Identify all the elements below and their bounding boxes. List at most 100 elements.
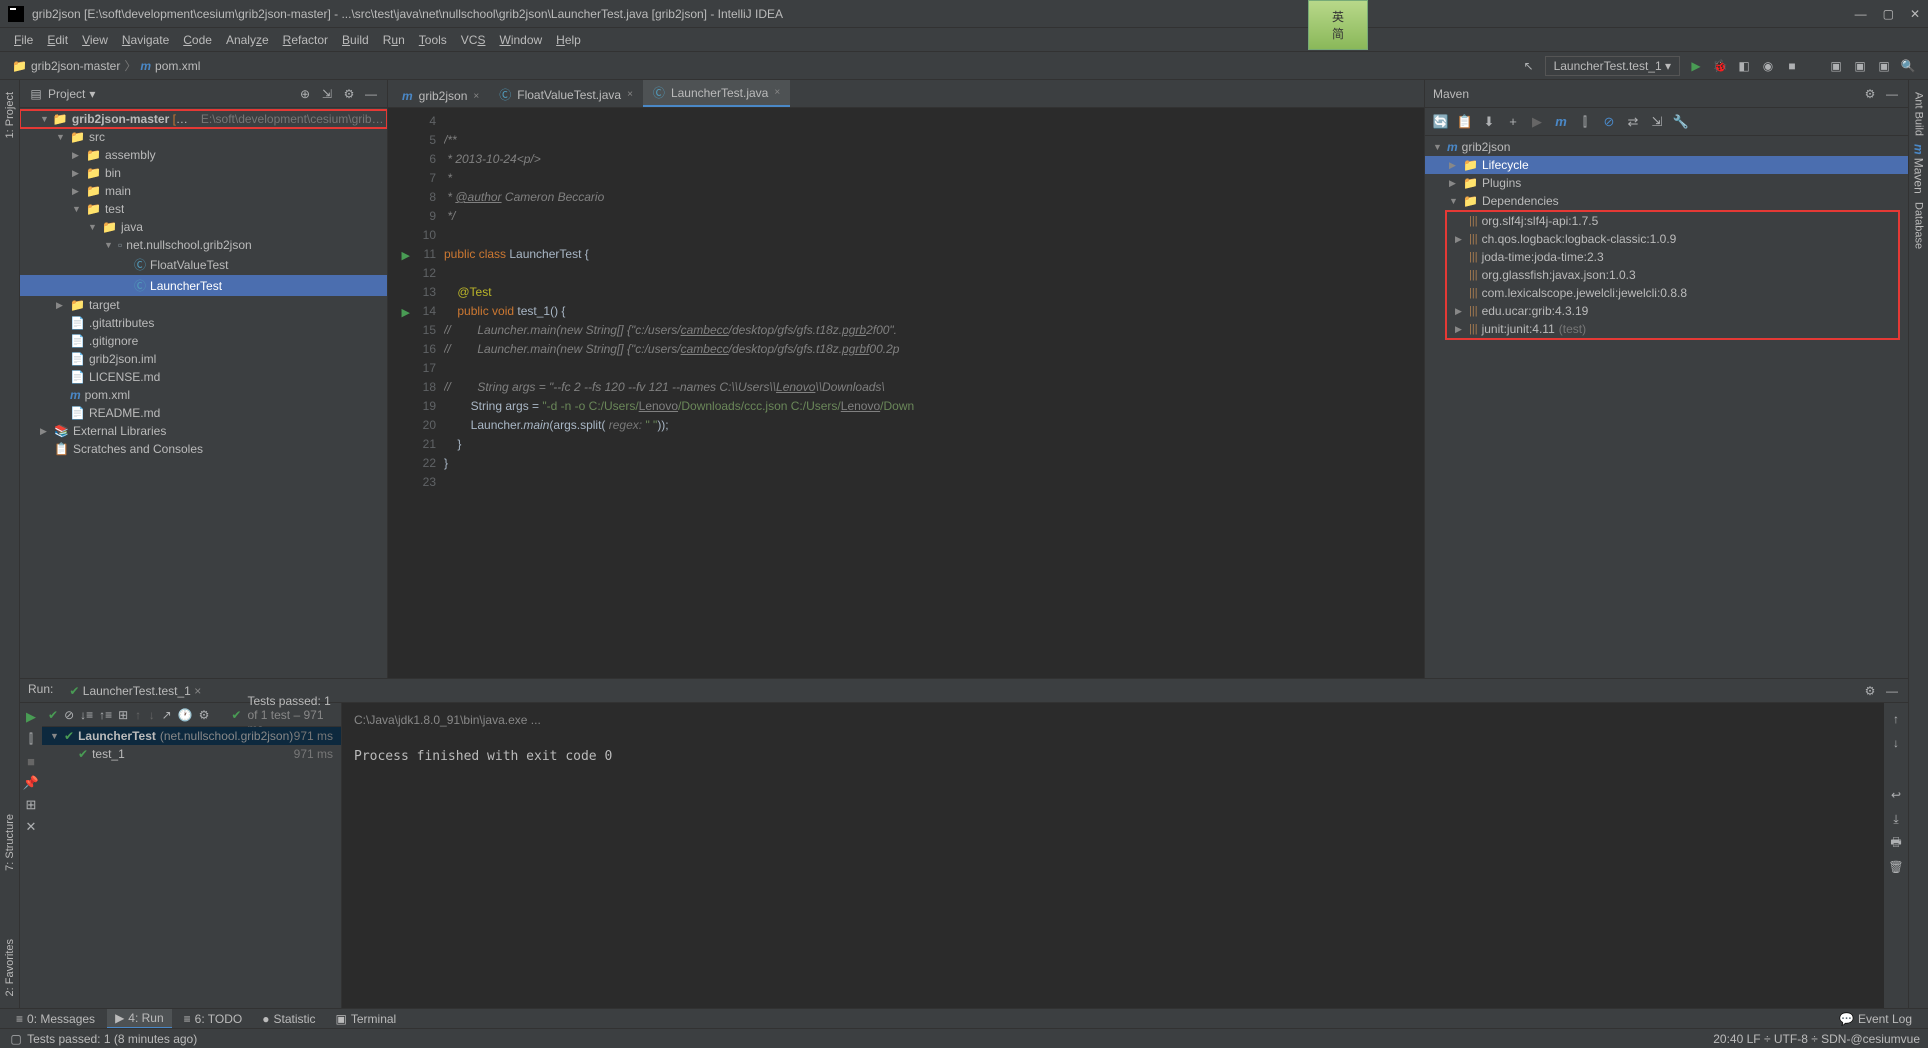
tree-item[interactable]: ⒸFloatValueTest	[20, 254, 387, 275]
menu-refactor[interactable]: Refactor	[277, 31, 334, 49]
tab-close-icon[interactable]: ×	[473, 91, 479, 102]
menu-build[interactable]: Build	[336, 31, 375, 49]
maven-dependency[interactable]: ||| org.slf4j:slf4j-api:1.7.5	[1447, 212, 1898, 230]
bottom-tab[interactable]: ≡0: Messages	[8, 1009, 103, 1029]
structure-tool[interactable]: 7: Structure	[4, 814, 16, 871]
ignored-filter-icon[interactable]: ⊘	[64, 707, 74, 723]
toolbar-icon[interactable]: ▣	[1828, 58, 1844, 74]
maven-dependencies[interactable]: ▼📁Dependencies	[1425, 192, 1908, 210]
skip-icon[interactable]: ⊘	[1601, 114, 1617, 130]
soft-wrap-icon[interactable]: ↩	[1888, 787, 1904, 803]
search-icon[interactable]: 🔍	[1900, 58, 1916, 74]
run-button[interactable]: ▶	[1688, 58, 1704, 74]
pin-icon[interactable]: 📌	[23, 775, 39, 791]
editor-tab[interactable]: mgrib2json×	[392, 85, 489, 107]
toggle-icon[interactable]: ⫿	[23, 731, 39, 747]
project-panel-title[interactable]: Project	[48, 87, 85, 101]
bottom-tab[interactable]: ≡6: TODO	[176, 1009, 251, 1029]
tree-item[interactable]: 📄README.md	[20, 404, 387, 422]
status-right[interactable]: 20:40 LF ÷ UTF-8 ÷ SDN-@cesiumvue	[1713, 1032, 1920, 1046]
layout-icon[interactable]: ⊞	[23, 797, 39, 813]
reimport-icon[interactable]: 🔄	[1433, 114, 1449, 130]
scroll-icon[interactable]: ⤓	[1888, 811, 1904, 827]
tab-close-icon[interactable]: ×	[774, 87, 780, 98]
toggle-icon[interactable]: ⫿	[1577, 114, 1593, 130]
gear-icon[interactable]: ⚙	[1862, 86, 1878, 102]
maven-dependency[interactable]: ||| joda-time:joda-time:2.3	[1447, 248, 1898, 266]
tree-item[interactable]: ▼📁test	[20, 200, 387, 218]
tree-item[interactable]: 📄grib2json.iml	[20, 350, 387, 368]
up-icon[interactable]: ↑	[134, 707, 142, 723]
collapse-icon[interactable]: ⇲	[319, 86, 335, 102]
run-console[interactable]: C:\Java\jdk1.8.0_91\bin\java.exe ...Proc…	[342, 703, 1884, 1008]
tree-item[interactable]: 📄LICENSE.md	[20, 368, 387, 386]
hide-icon[interactable]: —	[1884, 683, 1900, 699]
rerun-icon[interactable]: ▶	[23, 709, 39, 725]
event-log[interactable]: 💬 Event Log	[1831, 1010, 1920, 1028]
menu-window[interactable]: Window	[493, 31, 548, 49]
favorites-tool[interactable]: 2: Favorites	[4, 939, 16, 996]
tab-close-icon[interactable]: ×	[627, 89, 633, 100]
run-tab[interactable]: ✔ LauncherTest.test_1 ×	[61, 682, 209, 700]
run-tests-tree[interactable]: ▼✔ LauncherTest (net.nullschool.grib2jso…	[42, 727, 341, 1008]
hide-icon[interactable]: —	[1884, 86, 1900, 102]
test-item[interactable]: ✔ test_1 971 ms	[42, 745, 341, 763]
collapse-icon[interactable]: ⇲	[1649, 114, 1665, 130]
wrench-icon[interactable]: 🔧	[1673, 114, 1689, 130]
tree-item[interactable]: ⒸLauncherTest	[20, 275, 387, 296]
toolbar-icon[interactable]: ▣	[1852, 58, 1868, 74]
menu-analyze[interactable]: Analyze	[220, 31, 275, 49]
maven-dependency[interactable]: ▶||| junit:junit:4.11 (test)	[1447, 320, 1898, 338]
menu-run[interactable]: Run	[377, 31, 411, 49]
history-icon[interactable]: 🕐	[178, 707, 193, 723]
clear-icon[interactable]: 🗑	[1888, 859, 1904, 875]
maven-icon[interactable]: m	[1553, 114, 1569, 130]
menu-help[interactable]: Help	[550, 31, 587, 49]
close-button[interactable]: ✕	[1910, 7, 1920, 21]
maximize-button[interactable]: ▢	[1883, 7, 1894, 21]
tree-item[interactable]: ▶📁assembly	[20, 146, 387, 164]
dropdown-icon[interactable]: ▾	[89, 87, 95, 101]
menu-code[interactable]: Code	[177, 31, 218, 49]
test-suite-item[interactable]: ▼✔ LauncherTest (net.nullschool.grib2jso…	[42, 727, 341, 745]
maven-tool[interactable]: m Maven	[1912, 144, 1926, 194]
maven-dependency[interactable]: ▶||| edu.ucar:grib:4.3.19	[1447, 302, 1898, 320]
nav-back-icon[interactable]: ↖	[1521, 58, 1537, 74]
stop-icon[interactable]: ■	[23, 753, 39, 769]
database-tool[interactable]: Database	[1913, 202, 1925, 249]
export-icon[interactable]: ↗	[162, 707, 172, 723]
menu-file[interactable]: File	[8, 31, 39, 49]
minimize-button[interactable]: —	[1855, 7, 1867, 21]
menu-navigate[interactable]: Navigate	[116, 31, 175, 49]
menu-view[interactable]: View	[76, 31, 114, 49]
stop-button[interactable]: ■	[1784, 58, 1800, 74]
tree-item[interactable]: ▼📁java	[20, 218, 387, 236]
ant-build-tool[interactable]: Ant Build	[1913, 92, 1925, 136]
down-icon[interactable]: ↓	[1888, 735, 1904, 751]
up-icon[interactable]: ↑	[1888, 711, 1904, 727]
gear-icon[interactable]: ⚙	[1862, 683, 1878, 699]
run-config-select[interactable]: LauncherTest.test_1 ▾	[1545, 56, 1680, 76]
run-icon[interactable]: ▶	[1529, 114, 1545, 130]
bottom-tab[interactable]: ●Statistic	[254, 1009, 323, 1029]
toolbar-icon[interactable]: ▣	[1876, 58, 1892, 74]
maven-lifecycle[interactable]: ▶📁Lifecycle	[1425, 156, 1908, 174]
add-icon[interactable]: +	[1505, 114, 1521, 130]
gear-icon[interactable]: ⚙	[199, 707, 210, 723]
target-icon[interactable]: ⊕	[297, 86, 313, 102]
print-icon[interactable]: 🖶	[1888, 835, 1904, 851]
maven-dependency[interactable]: ||| com.lexicalscope.jewelcli:jewelcli:0…	[1447, 284, 1898, 302]
tree-item[interactable]: ▶📁bin	[20, 164, 387, 182]
tree-root[interactable]: ▼ 📁 grib2json-master [grib2json] E:\soft…	[20, 110, 387, 128]
breadcrumb-item[interactable]: 📁 grib2json-master	[12, 59, 120, 73]
tree-item[interactable]: 📄.gitattributes	[20, 314, 387, 332]
menu-tools[interactable]: Tools	[413, 31, 453, 49]
gear-icon[interactable]: ⚙	[341, 86, 357, 102]
down-icon[interactable]: ↓	[148, 707, 156, 723]
maven-plugins[interactable]: ▶📁Plugins	[1425, 174, 1908, 192]
editor-tab[interactable]: ⒸLauncherTest.java×	[643, 80, 790, 107]
bottom-tab[interactable]: ▣Terminal	[328, 1009, 405, 1029]
menu-edit[interactable]: Edit	[41, 31, 74, 49]
project-view-icon[interactable]: ▤	[28, 86, 44, 102]
left-tool-strip[interactable]: 1: Project 7: Structure 2: Favorites	[0, 80, 20, 1008]
